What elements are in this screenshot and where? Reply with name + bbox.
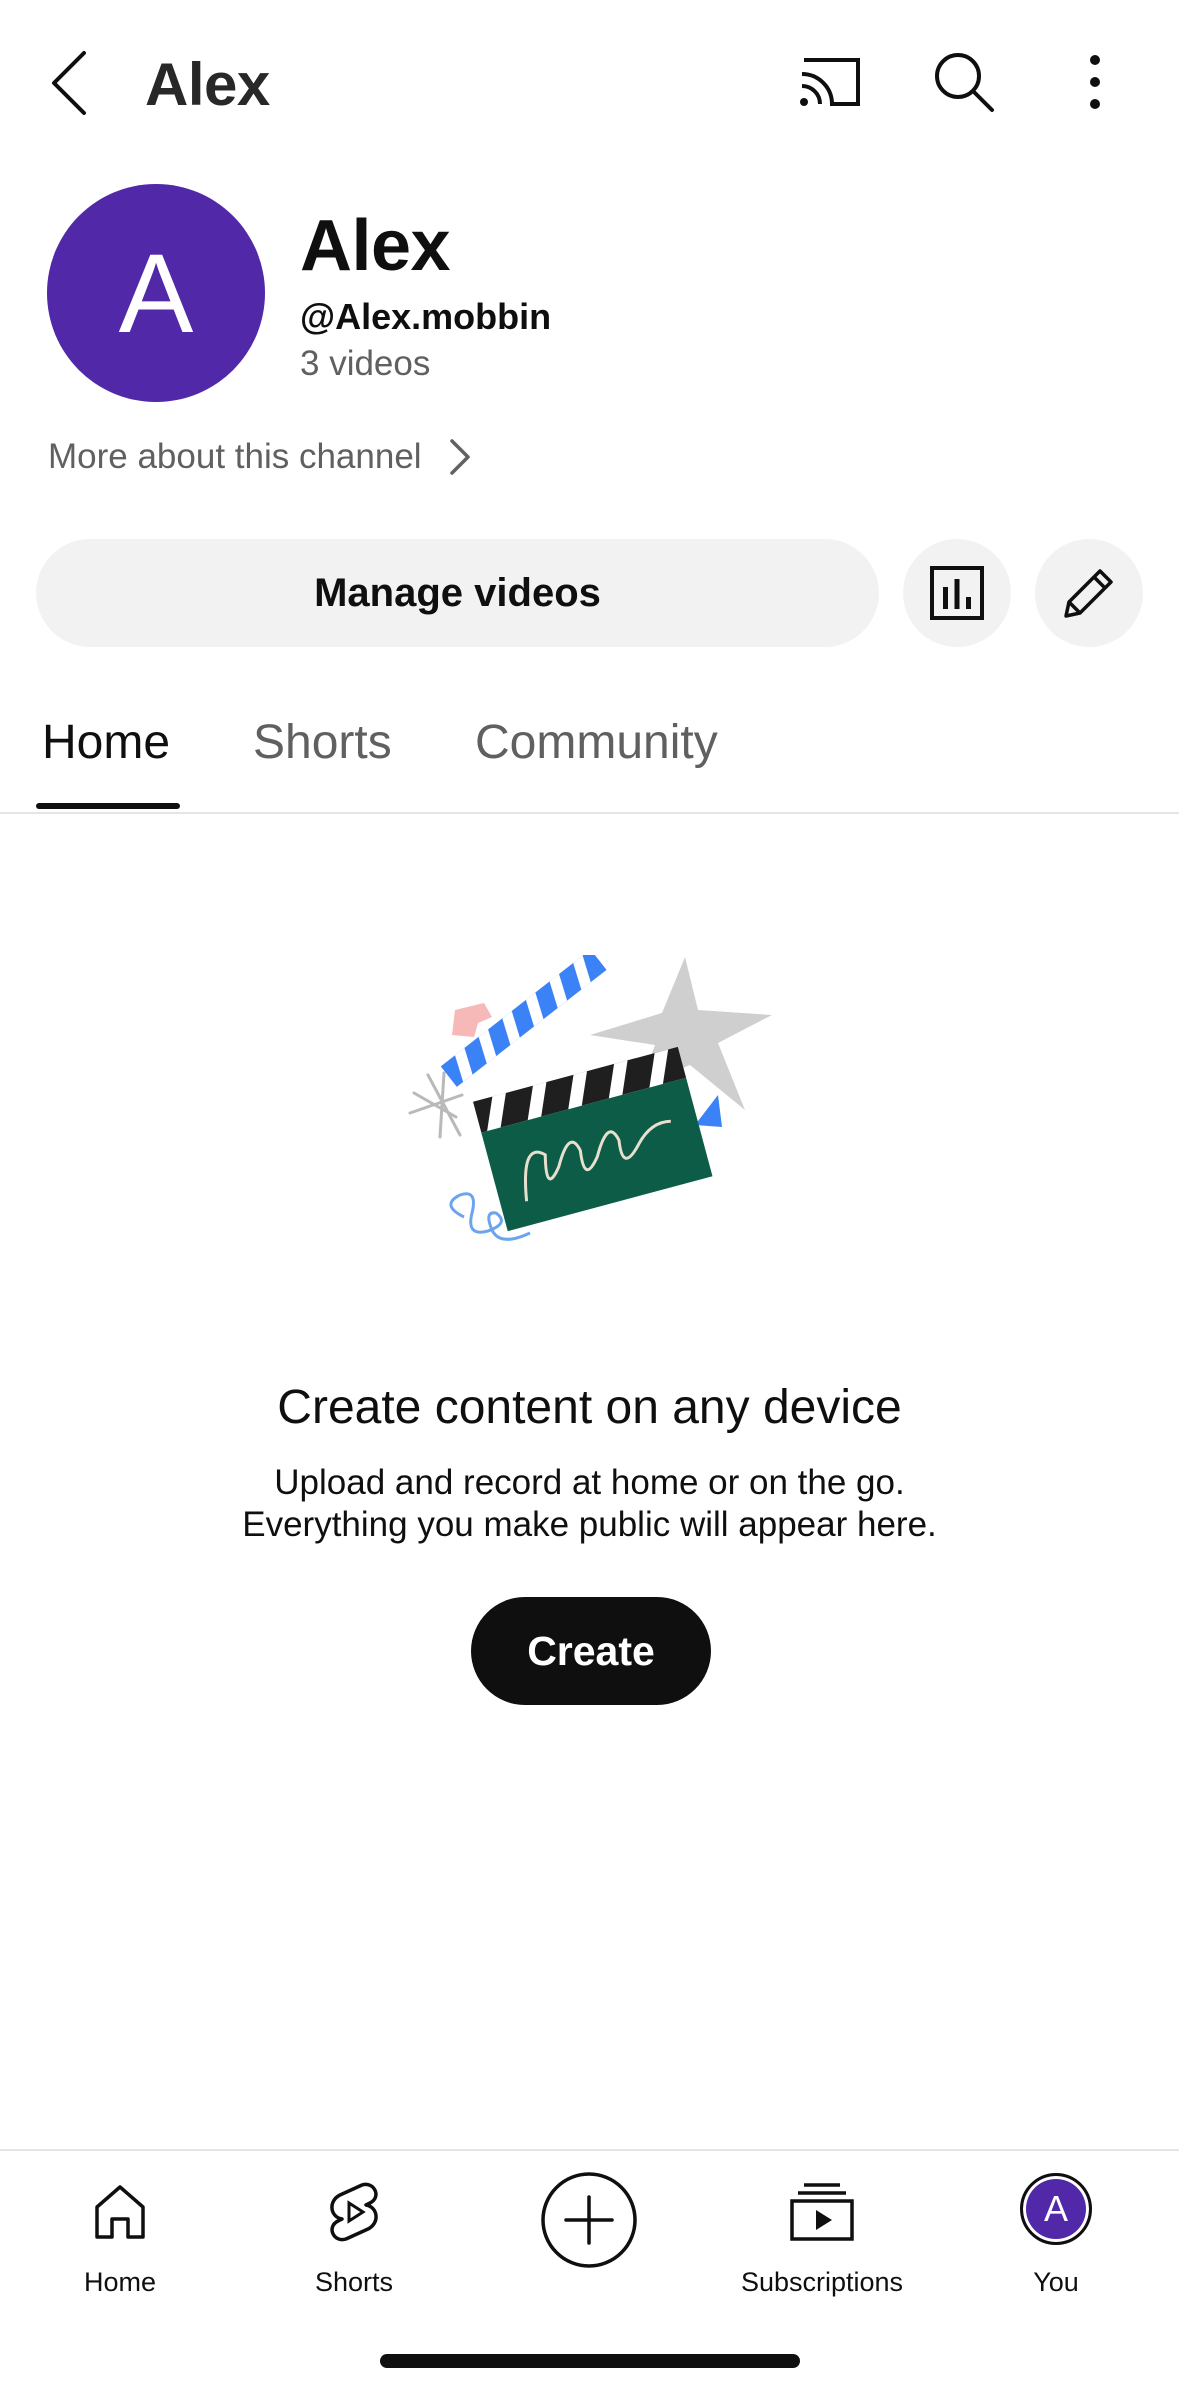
- search-button[interactable]: [930, 48, 998, 116]
- add-circle-icon: [541, 2172, 637, 2268]
- home-icon: [95, 2185, 145, 2239]
- nav-you-label: You: [1033, 2267, 1079, 2297]
- analytics-icon: [930, 566, 984, 620]
- shorts-icon: [330, 2182, 378, 2242]
- home-indicator: [380, 2354, 800, 2368]
- more-about-channel-link[interactable]: More about this channel: [48, 430, 474, 484]
- channel-handle: @Alex.mobbin: [300, 296, 552, 337]
- create-button[interactable]: Create: [471, 1597, 711, 1705]
- top-bar: Alex: [0, 0, 1179, 170]
- empty-state-line-2: Everything you make public will appear h…: [242, 1505, 937, 1544]
- more-about-label: More about this channel: [48, 437, 422, 476]
- analytics-button[interactable]: [903, 539, 1011, 647]
- subscriptions-icon: [790, 2183, 854, 2241]
- edit-pencil-icon: [1064, 569, 1113, 618]
- channel-page: Alex A Alex @Alex.mobbin 3 videos More a…: [0, 0, 1179, 2396]
- cast-button[interactable]: [796, 52, 866, 112]
- nav-home[interactable]: Home: [20, 2171, 220, 2297]
- empty-state-description: Upload and record at home or on the go. …: [0, 1462, 1179, 1546]
- back-button[interactable]: [40, 45, 100, 121]
- empty-state-title: Create content on any device: [277, 1381, 902, 1434]
- nav-shorts-label: Shorts: [314, 2267, 394, 2297]
- page-title: Alex: [145, 51, 270, 118]
- tab-community[interactable]: Community: [475, 715, 718, 770]
- video-count: 3 videos: [300, 344, 431, 383]
- more-options-button[interactable]: [1080, 52, 1110, 112]
- nav-create-button[interactable]: [489, 2171, 689, 2291]
- nav-you[interactable]: A You: [956, 2171, 1156, 2297]
- nav-home-label: Home: [83, 2267, 157, 2297]
- manage-videos-button[interactable]: Manage videos: [36, 539, 879, 647]
- tab-home[interactable]: Home: [42, 715, 170, 770]
- avatar: A: [1020, 2173, 1092, 2245]
- empty-state-line-1: Upload and record at home or on the go.: [274, 1463, 905, 1502]
- channel-name: Alex: [300, 206, 451, 286]
- edit-channel-button[interactable]: [1035, 539, 1143, 647]
- more-vertical-icon: [1090, 55, 1100, 109]
- cast-icon: [800, 58, 860, 106]
- clapperboard-illustration-icon: [408, 955, 772, 1241]
- nav-subscriptions[interactable]: Subscriptions: [722, 2171, 922, 2297]
- nav-subscriptions-label: Subscriptions: [740, 2267, 904, 2297]
- search-icon: [935, 53, 994, 112]
- active-tab-indicator: [36, 803, 180, 809]
- chevron-left-icon: [52, 51, 86, 115]
- nav-shorts[interactable]: Shorts: [254, 2171, 454, 2297]
- tab-shorts[interactable]: Shorts: [253, 715, 392, 770]
- chevron-right-icon: [449, 439, 470, 475]
- channel-tabs: Home Shorts Community: [0, 690, 1179, 814]
- channel-avatar[interactable]: A: [47, 184, 265, 402]
